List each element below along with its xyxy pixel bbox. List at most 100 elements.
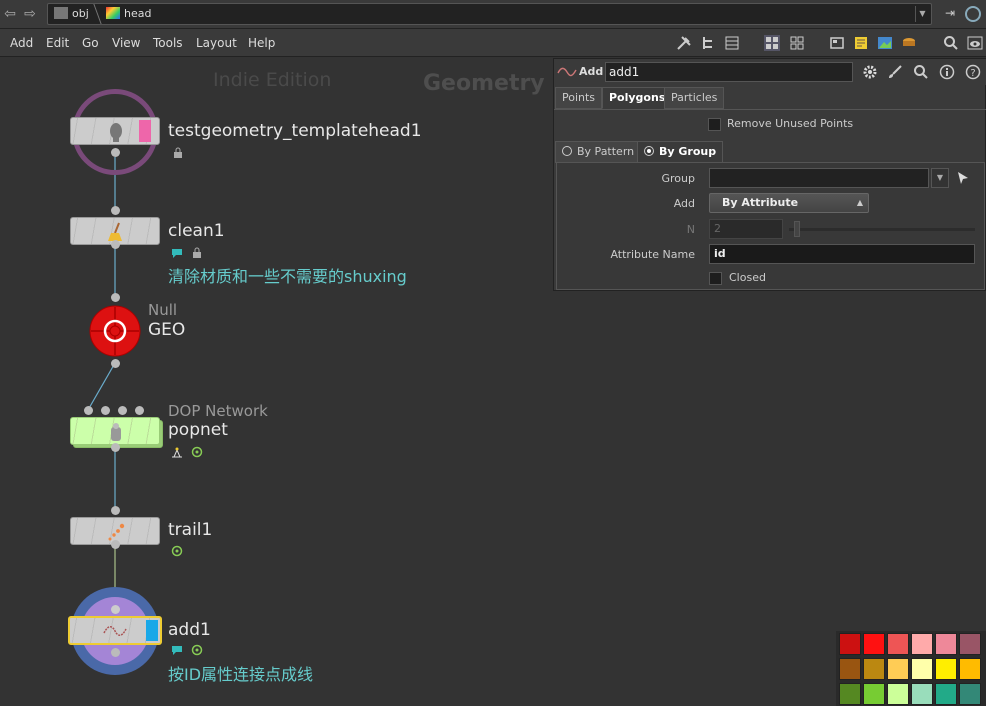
help-icon[interactable]: ?: [965, 64, 981, 80]
crumb-obj[interactable]: obj: [54, 4, 89, 24]
search-icon[interactable]: [913, 64, 929, 80]
group-dropdown-icon[interactable]: ▼: [931, 168, 949, 188]
output-connector[interactable]: [111, 648, 120, 657]
menu-view[interactable]: View: [112, 36, 140, 50]
input-connector[interactable]: [118, 406, 127, 415]
tab-particles[interactable]: Particles: [664, 87, 725, 109]
color-swatch[interactable]: [887, 633, 909, 655]
menu-add[interactable]: Add: [10, 36, 33, 50]
info-icon[interactable]: [939, 64, 955, 80]
subtab-by-group[interactable]: By Group: [637, 141, 724, 163]
dop-icon: [111, 423, 121, 441]
input-connector[interactable]: [111, 206, 120, 215]
color-swatch[interactable]: [935, 683, 957, 705]
node-name-field[interactable]: add1: [605, 62, 853, 82]
subtab-by-pattern[interactable]: By Pattern: [555, 141, 642, 163]
sticky-note-icon[interactable]: [853, 35, 869, 51]
color-swatch[interactable]: [959, 658, 981, 680]
node-name: trail1: [168, 520, 213, 540]
output-connector[interactable]: [111, 443, 120, 452]
color-swatch[interactable]: [911, 683, 933, 705]
time-dependent-icon: [191, 644, 203, 656]
pin-icon[interactable]: ⇥: [942, 6, 958, 22]
input-connector[interactable]: [135, 406, 144, 415]
search-icon[interactable]: [943, 35, 959, 51]
tree-icon[interactable]: [700, 35, 716, 51]
attribute-name-input[interactable]: id: [709, 244, 975, 264]
null-node-icon[interactable]: [89, 305, 141, 357]
lock-icon: [193, 247, 201, 258]
closed-checkbox[interactable]: [709, 272, 722, 285]
color-swatch[interactable]: [935, 633, 957, 655]
back-arrow-icon[interactable]: ⇦: [2, 6, 18, 22]
color-swatch[interactable]: [935, 658, 957, 680]
color-swatch[interactable]: [839, 658, 861, 680]
color-swatch[interactable]: [839, 683, 861, 705]
menu-layout[interactable]: Layout: [196, 36, 237, 50]
template-flag[interactable]: [139, 120, 151, 142]
image-icon[interactable]: [877, 35, 893, 51]
node-comment: 按ID属性连接点成线: [168, 665, 314, 684]
comment-icon: [172, 249, 182, 258]
input-connector[interactable]: [101, 406, 110, 415]
cache-icon[interactable]: [901, 35, 917, 51]
n-slider-handle[interactable]: [794, 221, 800, 237]
link-icon[interactable]: [965, 6, 981, 22]
grid-view-icon[interactable]: [764, 35, 780, 51]
forward-arrow-icon[interactable]: ⇨: [22, 6, 38, 22]
node-tile[interactable]: [70, 117, 160, 145]
time-dependent-icon: [171, 545, 183, 557]
node-name: add1: [168, 620, 211, 640]
color-palette: [836, 631, 986, 706]
node-tile-selected[interactable]: [68, 616, 162, 645]
color-swatch[interactable]: [911, 658, 933, 680]
gear-icon[interactable]: [862, 64, 878, 80]
add-menu[interactable]: By Attribute ▲: [709, 193, 869, 213]
menu-go[interactable]: Go: [82, 36, 99, 50]
brush-icon[interactable]: [887, 64, 903, 80]
output-connector[interactable]: [111, 240, 120, 249]
color-swatch[interactable]: [863, 633, 885, 655]
node-name: testgeometry_templatehead1: [168, 121, 422, 141]
color-swatch[interactable]: [959, 683, 981, 705]
color-swatch[interactable]: [959, 633, 981, 655]
color-swatch[interactable]: [887, 658, 909, 680]
tab-polygons[interactable]: Polygons: [602, 87, 673, 109]
n-input[interactable]: 2: [709, 219, 783, 239]
simulation-icon: [172, 447, 182, 458]
parameter-pane: Add add1 ? Points Polygons Particles Rem…: [553, 58, 986, 291]
color-swatch[interactable]: [839, 633, 861, 655]
input-connector[interactable]: [111, 506, 120, 515]
tab-divider: [554, 109, 986, 110]
output-connector[interactable]: [111, 540, 120, 549]
input-connector[interactable]: [111, 605, 120, 614]
list-view-icon[interactable]: [724, 35, 740, 51]
output-connector[interactable]: [111, 148, 120, 157]
path-dropdown-icon[interactable]: ▼: [915, 6, 929, 22]
eye-icon[interactable]: [967, 35, 983, 51]
color-swatch[interactable]: [911, 633, 933, 655]
remove-unused-checkbox[interactable]: [708, 118, 721, 131]
color-swatch[interactable]: [863, 658, 885, 680]
menu-bar: Add Edit Go View Tools Layout Help: [0, 29, 986, 57]
input-connector[interactable]: [111, 293, 120, 302]
crumb-head[interactable]: head: [106, 4, 151, 24]
n-slider-track[interactable]: [789, 228, 975, 231]
input-connector[interactable]: [84, 406, 93, 415]
menu-edit[interactable]: Edit: [46, 36, 69, 50]
tab-points[interactable]: Points: [555, 87, 603, 109]
node-tile[interactable]: [70, 417, 160, 445]
menu-help[interactable]: Help: [248, 36, 275, 50]
color-swatch[interactable]: [887, 683, 909, 705]
group-input[interactable]: [709, 168, 929, 188]
menu-tools[interactable]: Tools: [153, 36, 183, 50]
display-flag[interactable]: [146, 620, 158, 641]
color-swatch[interactable]: [863, 683, 885, 705]
add-node-icon: [557, 67, 577, 77]
tools-icon[interactable]: [676, 35, 692, 51]
dots-view-icon[interactable]: [789, 35, 805, 51]
select-arrow-icon[interactable]: [956, 171, 970, 185]
output-connector[interactable]: [111, 359, 120, 368]
network-box-icon[interactable]: [829, 35, 845, 51]
path-field[interactable]: obj head ▼: [47, 3, 932, 25]
